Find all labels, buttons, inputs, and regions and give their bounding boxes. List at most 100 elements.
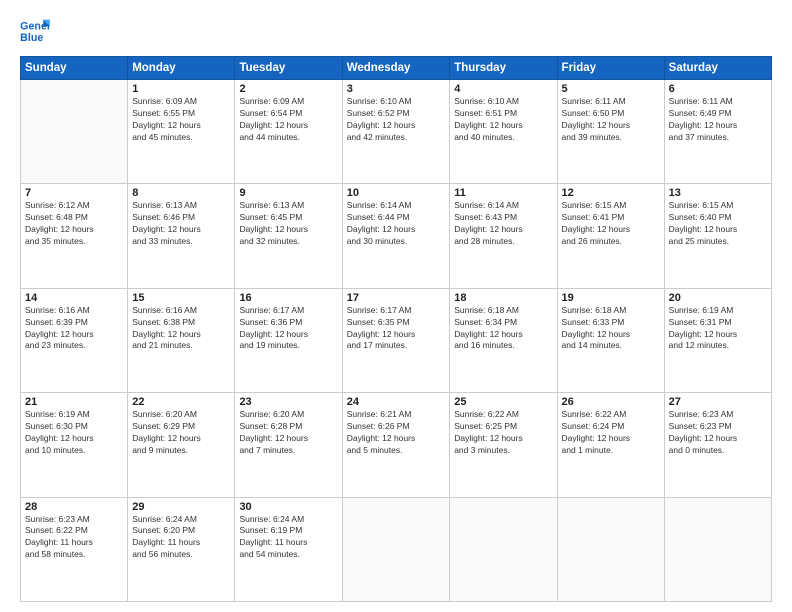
day-info: Sunrise: 6:13 AMSunset: 6:46 PMDaylight:… bbox=[132, 200, 230, 248]
day-number: 27 bbox=[669, 396, 767, 408]
calendar: SundayMondayTuesdayWednesdayThursdayFrid… bbox=[20, 56, 772, 602]
calendar-cell: 18Sunrise: 6:18 AMSunset: 6:34 PMDayligh… bbox=[450, 288, 557, 392]
day-header-thursday: Thursday bbox=[450, 57, 557, 80]
day-info: Sunrise: 6:23 AMSunset: 6:23 PMDaylight:… bbox=[669, 409, 767, 457]
day-header-sunday: Sunday bbox=[21, 57, 128, 80]
calendar-cell bbox=[557, 497, 664, 601]
calendar-cell: 8Sunrise: 6:13 AMSunset: 6:46 PMDaylight… bbox=[128, 184, 235, 288]
day-number: 5 bbox=[562, 83, 660, 95]
day-info: Sunrise: 6:17 AMSunset: 6:36 PMDaylight:… bbox=[239, 305, 337, 353]
calendar-cell: 23Sunrise: 6:20 AMSunset: 6:28 PMDayligh… bbox=[235, 393, 342, 497]
day-info: Sunrise: 6:14 AMSunset: 6:43 PMDaylight:… bbox=[454, 200, 552, 248]
calendar-cell: 7Sunrise: 6:12 AMSunset: 6:48 PMDaylight… bbox=[21, 184, 128, 288]
day-header-friday: Friday bbox=[557, 57, 664, 80]
calendar-cell: 5Sunrise: 6:11 AMSunset: 6:50 PMDaylight… bbox=[557, 80, 664, 184]
day-info: Sunrise: 6:19 AMSunset: 6:30 PMDaylight:… bbox=[25, 409, 123, 457]
day-number: 21 bbox=[25, 396, 123, 408]
calendar-cell bbox=[21, 80, 128, 184]
day-info: Sunrise: 6:22 AMSunset: 6:24 PMDaylight:… bbox=[562, 409, 660, 457]
calendar-cell: 27Sunrise: 6:23 AMSunset: 6:23 PMDayligh… bbox=[664, 393, 771, 497]
day-info: Sunrise: 6:12 AMSunset: 6:48 PMDaylight:… bbox=[25, 200, 123, 248]
day-number: 22 bbox=[132, 396, 230, 408]
calendar-cell: 2Sunrise: 6:09 AMSunset: 6:54 PMDaylight… bbox=[235, 80, 342, 184]
day-info: Sunrise: 6:15 AMSunset: 6:40 PMDaylight:… bbox=[669, 200, 767, 248]
logo: General Blue bbox=[20, 18, 50, 46]
day-info: Sunrise: 6:23 AMSunset: 6:22 PMDaylight:… bbox=[25, 514, 123, 562]
day-info: Sunrise: 6:20 AMSunset: 6:28 PMDaylight:… bbox=[239, 409, 337, 457]
day-number: 2 bbox=[239, 83, 337, 95]
day-info: Sunrise: 6:22 AMSunset: 6:25 PMDaylight:… bbox=[454, 409, 552, 457]
day-number: 12 bbox=[562, 187, 660, 199]
calendar-cell: 19Sunrise: 6:18 AMSunset: 6:33 PMDayligh… bbox=[557, 288, 664, 392]
day-header-tuesday: Tuesday bbox=[235, 57, 342, 80]
day-number: 9 bbox=[239, 187, 337, 199]
calendar-cell: 1Sunrise: 6:09 AMSunset: 6:55 PMDaylight… bbox=[128, 80, 235, 184]
week-row-2: 7Sunrise: 6:12 AMSunset: 6:48 PMDaylight… bbox=[21, 184, 772, 288]
day-info: Sunrise: 6:09 AMSunset: 6:54 PMDaylight:… bbox=[239, 96, 337, 144]
day-number: 15 bbox=[132, 292, 230, 304]
day-number: 16 bbox=[239, 292, 337, 304]
day-info: Sunrise: 6:17 AMSunset: 6:35 PMDaylight:… bbox=[347, 305, 446, 353]
day-number: 18 bbox=[454, 292, 552, 304]
day-info: Sunrise: 6:21 AMSunset: 6:26 PMDaylight:… bbox=[347, 409, 446, 457]
day-number: 1 bbox=[132, 83, 230, 95]
calendar-cell: 6Sunrise: 6:11 AMSunset: 6:49 PMDaylight… bbox=[664, 80, 771, 184]
calendar-cell: 11Sunrise: 6:14 AMSunset: 6:43 PMDayligh… bbox=[450, 184, 557, 288]
calendar-cell: 15Sunrise: 6:16 AMSunset: 6:38 PMDayligh… bbox=[128, 288, 235, 392]
day-info: Sunrise: 6:11 AMSunset: 6:49 PMDaylight:… bbox=[669, 96, 767, 144]
calendar-cell: 24Sunrise: 6:21 AMSunset: 6:26 PMDayligh… bbox=[342, 393, 450, 497]
calendar-cell: 28Sunrise: 6:23 AMSunset: 6:22 PMDayligh… bbox=[21, 497, 128, 601]
day-number: 25 bbox=[454, 396, 552, 408]
calendar-cell: 29Sunrise: 6:24 AMSunset: 6:20 PMDayligh… bbox=[128, 497, 235, 601]
calendar-cell: 13Sunrise: 6:15 AMSunset: 6:40 PMDayligh… bbox=[664, 184, 771, 288]
day-info: Sunrise: 6:18 AMSunset: 6:33 PMDaylight:… bbox=[562, 305, 660, 353]
day-number: 8 bbox=[132, 187, 230, 199]
day-header-monday: Monday bbox=[128, 57, 235, 80]
day-number: 11 bbox=[454, 187, 552, 199]
calendar-cell bbox=[450, 497, 557, 601]
day-number: 13 bbox=[669, 187, 767, 199]
day-info: Sunrise: 6:13 AMSunset: 6:45 PMDaylight:… bbox=[239, 200, 337, 248]
day-info: Sunrise: 6:10 AMSunset: 6:51 PMDaylight:… bbox=[454, 96, 552, 144]
day-info: Sunrise: 6:16 AMSunset: 6:38 PMDaylight:… bbox=[132, 305, 230, 353]
calendar-cell: 26Sunrise: 6:22 AMSunset: 6:24 PMDayligh… bbox=[557, 393, 664, 497]
day-info: Sunrise: 6:10 AMSunset: 6:52 PMDaylight:… bbox=[347, 96, 446, 144]
day-number: 28 bbox=[25, 501, 123, 513]
day-info: Sunrise: 6:16 AMSunset: 6:39 PMDaylight:… bbox=[25, 305, 123, 353]
calendar-cell: 3Sunrise: 6:10 AMSunset: 6:52 PMDaylight… bbox=[342, 80, 450, 184]
calendar-cell: 30Sunrise: 6:24 AMSunset: 6:19 PMDayligh… bbox=[235, 497, 342, 601]
day-number: 14 bbox=[25, 292, 123, 304]
calendar-cell: 25Sunrise: 6:22 AMSunset: 6:25 PMDayligh… bbox=[450, 393, 557, 497]
day-info: Sunrise: 6:18 AMSunset: 6:34 PMDaylight:… bbox=[454, 305, 552, 353]
day-number: 17 bbox=[347, 292, 446, 304]
day-number: 4 bbox=[454, 83, 552, 95]
week-row-3: 14Sunrise: 6:16 AMSunset: 6:39 PMDayligh… bbox=[21, 288, 772, 392]
day-info: Sunrise: 6:14 AMSunset: 6:44 PMDaylight:… bbox=[347, 200, 446, 248]
day-info: Sunrise: 6:09 AMSunset: 6:55 PMDaylight:… bbox=[132, 96, 230, 144]
week-row-1: 1Sunrise: 6:09 AMSunset: 6:55 PMDaylight… bbox=[21, 80, 772, 184]
day-number: 19 bbox=[562, 292, 660, 304]
day-header-wednesday: Wednesday bbox=[342, 57, 450, 80]
calendar-cell: 9Sunrise: 6:13 AMSunset: 6:45 PMDaylight… bbox=[235, 184, 342, 288]
day-number: 24 bbox=[347, 396, 446, 408]
day-number: 3 bbox=[347, 83, 446, 95]
calendar-cell: 17Sunrise: 6:17 AMSunset: 6:35 PMDayligh… bbox=[342, 288, 450, 392]
calendar-cell: 4Sunrise: 6:10 AMSunset: 6:51 PMDaylight… bbox=[450, 80, 557, 184]
calendar-cell: 22Sunrise: 6:20 AMSunset: 6:29 PMDayligh… bbox=[128, 393, 235, 497]
day-number: 10 bbox=[347, 187, 446, 199]
day-number: 20 bbox=[669, 292, 767, 304]
week-row-4: 21Sunrise: 6:19 AMSunset: 6:30 PMDayligh… bbox=[21, 393, 772, 497]
calendar-cell: 21Sunrise: 6:19 AMSunset: 6:30 PMDayligh… bbox=[21, 393, 128, 497]
day-info: Sunrise: 6:24 AMSunset: 6:20 PMDaylight:… bbox=[132, 514, 230, 562]
day-info: Sunrise: 6:19 AMSunset: 6:31 PMDaylight:… bbox=[669, 305, 767, 353]
day-number: 30 bbox=[239, 501, 337, 513]
calendar-cell bbox=[342, 497, 450, 601]
day-header-saturday: Saturday bbox=[664, 57, 771, 80]
day-number: 26 bbox=[562, 396, 660, 408]
day-number: 7 bbox=[25, 187, 123, 199]
day-number: 6 bbox=[669, 83, 767, 95]
svg-text:Blue: Blue bbox=[20, 32, 43, 44]
day-info: Sunrise: 6:11 AMSunset: 6:50 PMDaylight:… bbox=[562, 96, 660, 144]
day-number: 23 bbox=[239, 396, 337, 408]
calendar-cell: 20Sunrise: 6:19 AMSunset: 6:31 PMDayligh… bbox=[664, 288, 771, 392]
